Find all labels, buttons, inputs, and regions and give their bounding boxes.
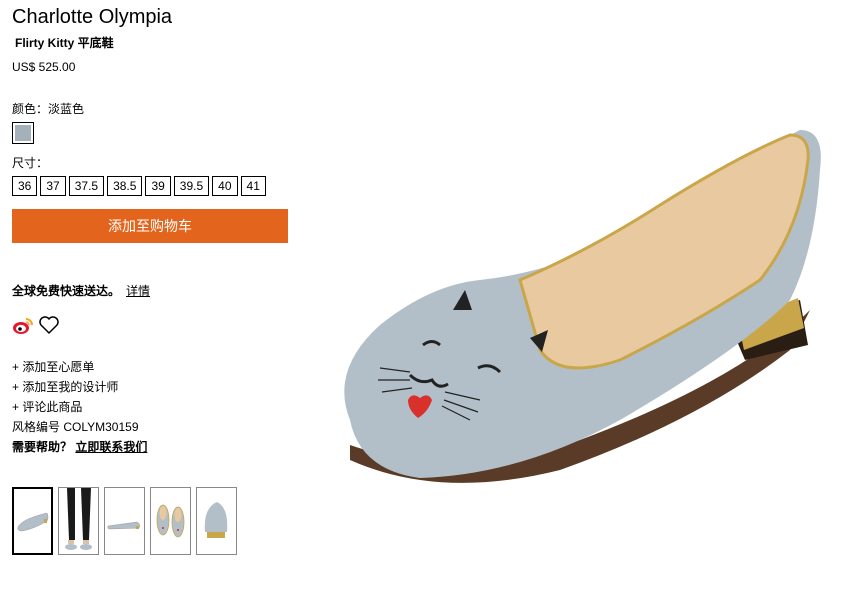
size-option[interactable]: 36 (12, 176, 38, 196)
color-label: 颜色：淡蓝色 (12, 102, 85, 116)
product-main-image (320, 100, 840, 500)
product-name: Flirty Kitty 平底鞋 (15, 36, 114, 50)
size-option[interactable]: 38.5 (107, 176, 143, 196)
size-selector: 36 37 37.5 38.5 39 39.5 40 41 (12, 176, 266, 196)
swatch-fill (15, 125, 31, 141)
size-option[interactable]: 41 (240, 176, 266, 196)
size-option[interactable]: 40 (212, 176, 238, 196)
help-line: 需要帮助？ 立即联系我们 (12, 437, 147, 457)
size-option[interactable]: 37 (40, 176, 66, 196)
size-option[interactable]: 39.5 (173, 176, 210, 196)
size-option[interactable]: 37.5 (68, 176, 105, 196)
thumbnail-3[interactable] (104, 487, 145, 555)
product-price: US$ 525.00 (12, 60, 76, 74)
thumbnail-2[interactable] (58, 487, 99, 555)
style-number: 风格编号 COLYM30159 (12, 420, 139, 434)
product-actions: + 添加至心愿单 + 添加至我的设计师 + 评论此商品 风格编号 COLYM30… (12, 357, 147, 457)
size-option[interactable]: 39 (145, 176, 171, 196)
shipping-text: 全球免费快速送达。 (12, 284, 121, 298)
contact-us-link[interactable]: 立即联系我们 (75, 440, 147, 454)
thumbnail-1[interactable] (12, 487, 53, 555)
shipping-details-link[interactable]: 详情 (126, 282, 150, 299)
help-label: 需要帮助？ (12, 440, 73, 454)
thumbnail-4[interactable] (150, 487, 191, 555)
review-product-link[interactable]: + 评论此商品 (12, 397, 147, 417)
add-to-designers-link[interactable]: + 添加至我的设计师 (12, 377, 147, 397)
weibo-icon[interactable] (12, 316, 34, 336)
thumbnail-5[interactable] (196, 487, 237, 555)
thumbnail-strip (12, 487, 237, 555)
size-label: 尺寸： (12, 156, 49, 170)
heart-icon[interactable] (38, 315, 60, 335)
add-to-wishlist-link[interactable]: + 添加至心愿单 (12, 357, 147, 377)
color-swatch[interactable] (12, 122, 34, 144)
add-to-cart-button[interactable]: 添加至购物车 (12, 209, 288, 243)
brand-name: Charlotte Olympia (12, 6, 173, 28)
